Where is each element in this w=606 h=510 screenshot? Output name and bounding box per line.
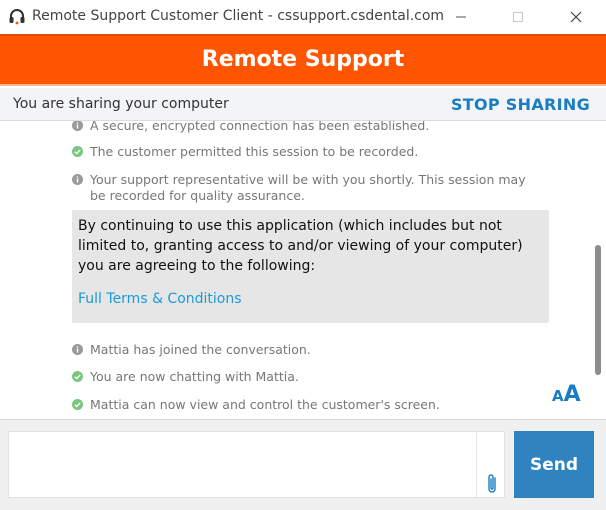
brand-banner: Remote Support	[0, 34, 606, 86]
info-icon	[72, 344, 83, 355]
info-icon	[72, 174, 83, 185]
message-composer: Send	[0, 419, 606, 510]
chat-message-text: Mattia has joined the conversation.	[90, 342, 311, 357]
maximize-icon	[513, 12, 523, 22]
check-icon	[72, 399, 83, 410]
chat-message-text: A secure, encrypted connection has been …	[90, 121, 430, 133]
message-input[interactable]	[8, 431, 505, 498]
chat-message-text: Your support representative will be with…	[90, 172, 526, 203]
font-size-toggle[interactable]: AA	[552, 382, 581, 407]
send-button[interactable]: Send	[514, 431, 594, 498]
maximize-button[interactable]	[495, 0, 541, 34]
minimize-icon	[456, 16, 466, 18]
info-icon	[72, 121, 83, 131]
full-terms-link[interactable]: Full Terms & Conditions	[78, 291, 242, 307]
font-size-small-glyph: A	[552, 387, 564, 405]
composer-divider	[476, 432, 477, 497]
window-title: Remote Support Customer Client - cssuppo…	[32, 8, 445, 24]
terms-text: By continuing to use this application (w…	[78, 218, 523, 274]
title-bar: Remote Support Customer Client - cssuppo…	[0, 0, 606, 34]
brand-title: Remote Support	[201, 47, 405, 72]
chat-message-text: The customer permitted this session to b…	[90, 144, 419, 159]
chat-log[interactable]: A secure, encrypted connection has been …	[0, 121, 590, 419]
scrollbar-thumb[interactable]	[595, 245, 601, 375]
close-icon	[570, 11, 582, 23]
sharing-status: You are sharing your computer	[13, 96, 229, 112]
chat-scrollbar[interactable]	[590, 121, 606, 419]
font-size-large-glyph: A	[563, 382, 581, 407]
minimize-button[interactable]	[438, 0, 484, 34]
sharing-bar: You are sharing your computer STOP SHARI…	[0, 88, 606, 121]
terms-notice: By continuing to use this application (w…	[72, 210, 549, 323]
check-icon	[72, 371, 83, 382]
headset-icon	[9, 9, 25, 25]
stop-sharing-button[interactable]: STOP SHARING	[451, 95, 590, 114]
chat-message-text: Mattia can now view and control the cust…	[90, 397, 440, 412]
check-icon	[72, 146, 83, 157]
paperclip-icon[interactable]	[484, 472, 500, 496]
chat-message-text: You are now chatting with Mattia.	[90, 369, 299, 384]
close-button[interactable]	[553, 0, 599, 34]
